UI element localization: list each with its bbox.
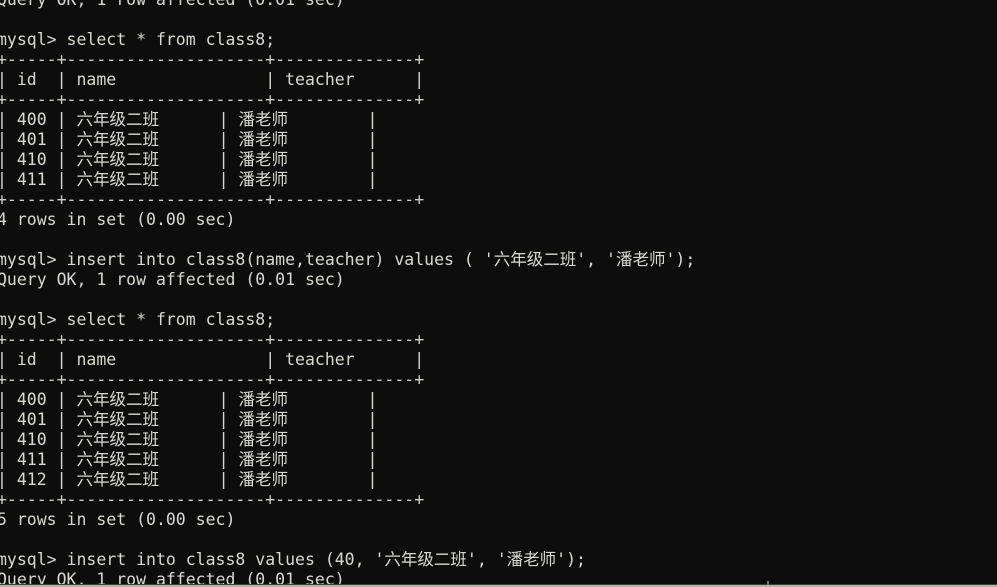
cjk-text-run: 六年级二班	[76, 150, 159, 169]
ascii-text-run: |	[158, 150, 239, 169]
ascii-text-run: mysql> insert into class8 values (40, '	[0, 550, 385, 569]
table1-top-rule: +-----+--------------------+------------…	[0, 50, 425, 69]
table2-top-rule: +-----+--------------------+------------…	[0, 330, 425, 349]
blank	[0, 10, 997, 30]
table2-row-412: | 412 | 六年级二班 | 潘老师 |	[0, 470, 997, 490]
cjk-text-run: 六年级二班	[76, 410, 159, 429]
ascii-text-run: ');	[665, 250, 696, 269]
table2-row-401: | 401 | 六年级二班 | 潘老师 |	[0, 410, 997, 430]
blank	[0, 290, 997, 310]
ascii-text-run: |	[287, 390, 378, 409]
table1-row-411: | 411 | 六年级二班 | 潘老师 |	[0, 170, 997, 190]
ascii-text-run: | 410 |	[0, 430, 77, 449]
ascii-text-run: | 401 |	[0, 130, 77, 149]
table1-rowcount: 4 rows in set (0.00 sec)	[0, 210, 236, 229]
query-ok-clipped: Query OK, 1 row affected (0.01 sec)	[0, 0, 997, 10]
prompt-insert-2: mysql> insert into class8 values (40, '六…	[0, 550, 997, 570]
ascii-text-run: |	[287, 470, 378, 489]
table1-header: | id | name | teacher |	[0, 70, 425, 89]
ascii-text-run: |	[287, 110, 378, 129]
ascii-text-run: | 411 |	[0, 450, 77, 469]
ascii-text-run: |	[158, 410, 239, 429]
ascii-text-run: mysql> insert into class8(name,teacher) …	[0, 250, 494, 269]
table1-header-rule: +-----+--------------------+------------…	[0, 90, 425, 109]
table2-header: | id | name | teacher |	[0, 350, 425, 369]
cjk-text-run: 六年级二班	[76, 390, 159, 409]
table1-bottom-rule: +-----+--------------------+------------…	[0, 190, 425, 209]
table2-row-410: | 410 | 六年级二班 | 潘老师 |	[0, 430, 997, 450]
ascii-text-run: |	[158, 110, 239, 129]
ascii-text-run: | 400 |	[0, 390, 77, 409]
cjk-text-run: 潘老师	[238, 470, 288, 489]
cjk-text-run: 潘老师	[238, 430, 288, 449]
cjk-text-run: 潘老师	[238, 110, 288, 129]
terminal-window[interactable]: Query OK, 1 row affected (0.01 sec) mysq…	[0, 0, 997, 585]
ascii-text-run: | 412 |	[0, 470, 77, 489]
ascii-text-run: |	[287, 130, 378, 149]
ascii-text-run: |	[158, 390, 239, 409]
cjk-text-run: 六年级二班	[76, 450, 159, 469]
cjk-text-run: 六年级二班	[76, 470, 159, 489]
table2-rowcount: 5 rows in set (0.00 sec)	[0, 510, 236, 529]
cjk-text-run: 潘老师	[615, 250, 666, 269]
cjk-text-run: 六年级二班	[384, 550, 467, 569]
prompt-insert-1: mysql> insert into class8(name,teacher) …	[0, 250, 997, 270]
cjk-text-run: 潘老师	[238, 410, 288, 429]
ascii-text-run: |	[287, 170, 378, 189]
ascii-text-run: | 401 |	[0, 410, 77, 429]
ascii-text-run: | 411 |	[0, 170, 77, 189]
cjk-text-run: 潘老师	[238, 130, 288, 149]
ascii-text-run: |	[158, 430, 239, 449]
cjk-text-run: 潘老师	[238, 390, 288, 409]
table2-header-rule: +-----+--------------------+------------…	[0, 370, 425, 389]
ascii-text-run: |	[287, 410, 378, 429]
table1-row-400: | 400 | 六年级二班 | 潘老师 |	[0, 110, 997, 130]
ascii-text-run: |	[158, 170, 239, 189]
table2-bottom-rule: +-----+--------------------+------------…	[0, 490, 425, 509]
table2-row-411: | 411 | 六年级二班 | 潘老师 |	[0, 450, 997, 470]
table1-row-401: | 401 | 六年级二班 | 潘老师 |	[0, 130, 997, 150]
ascii-text-run: |	[158, 470, 239, 489]
prompt-select-2: mysql> select * from class8;	[0, 310, 276, 329]
ascii-text-run: ', '	[576, 250, 616, 269]
cjk-text-run: 六年级二班	[76, 110, 159, 129]
ascii-text-run: |	[287, 150, 378, 169]
prompt-select-1: mysql> select * from class8;	[0, 30, 276, 49]
ascii-text-run: |	[158, 450, 239, 469]
ascii-text-run: | 410 |	[0, 150, 77, 169]
table2-row-400: | 400 | 六年级二班 | 潘老师 |	[0, 390, 997, 410]
cjk-text-run: 六年级二班	[76, 430, 159, 449]
blank	[0, 530, 997, 550]
ascii-text-run: |	[287, 430, 378, 449]
cjk-text-run: 六年级二班	[76, 130, 159, 149]
blank	[0, 230, 997, 250]
ascii-text-run: ');	[556, 550, 586, 569]
ascii-text-run: ', '	[466, 550, 507, 569]
cjk-text-run: 潘老师	[238, 450, 288, 469]
ascii-text-run: | 400 |	[0, 110, 77, 129]
cjk-text-run: 潘老师	[238, 170, 288, 189]
cjk-text-run: 潘老师	[238, 150, 288, 169]
insert-2-result: Query OK, 1 row affected (0.01 sec)	[0, 570, 345, 585]
cjk-text-run: 六年级二班	[76, 170, 159, 189]
ascii-text-run: |	[287, 450, 378, 469]
terminal-screen: Query OK, 1 row affected (0.01 sec) mysq…	[0, 0, 997, 585]
insert-1-result: Query OK, 1 row affected (0.01 sec)	[0, 270, 345, 289]
ascii-text-run: |	[158, 130, 239, 149]
table1-row-410: | 410 | 六年级二班 | 潘老师 |	[0, 150, 997, 170]
scrollbar-thumb[interactable]	[767, 581, 769, 585]
cjk-text-run: 六年级二班	[493, 250, 577, 269]
cjk-text-run: 潘老师	[506, 550, 557, 569]
